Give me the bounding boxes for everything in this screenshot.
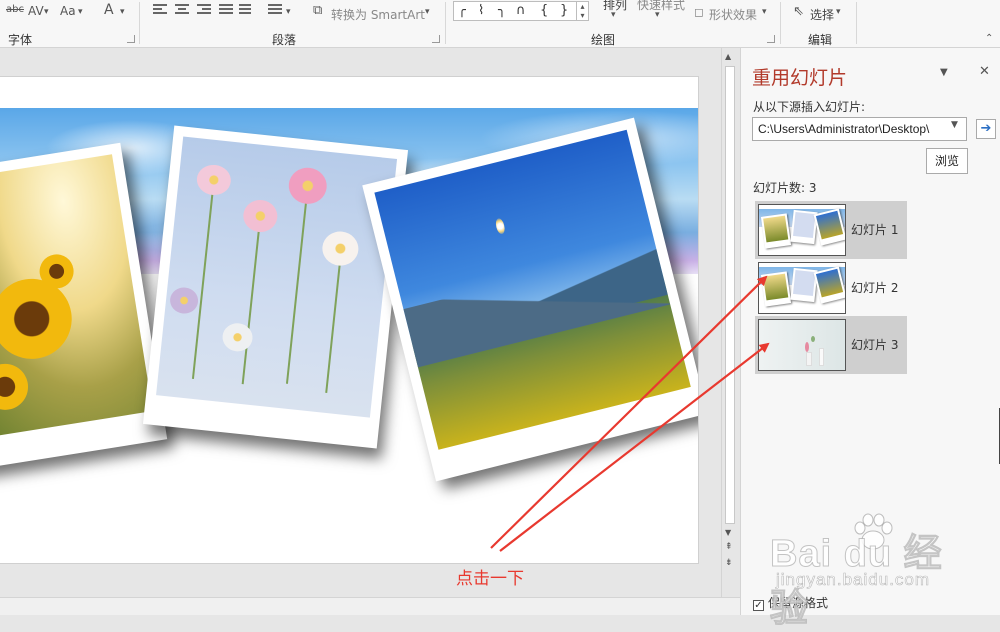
- pane-options-icon[interactable]: ▼: [940, 67, 948, 78]
- select-button[interactable]: 选择: [810, 6, 834, 23]
- browse-button[interactable]: 浏览: [926, 148, 968, 174]
- paragraph-dialog-launcher[interactable]: [432, 35, 440, 43]
- scrollbar-thumb[interactable]: [725, 66, 735, 524]
- change-case-button[interactable]: Aa: [60, 4, 76, 18]
- columns-icon[interactable]: [268, 4, 282, 16]
- slide-thumbnail: [758, 262, 846, 314]
- group-divider: [139, 2, 140, 44]
- chevron-down-icon[interactable]: ▾: [44, 7, 49, 17]
- align-left-icon[interactable]: [153, 4, 167, 16]
- editor-vertical-scrollbar[interactable]: ▲ ▼ ⇞ ⇟: [721, 48, 738, 597]
- insert-from-label: 从以下源插入幻灯片:: [753, 100, 866, 114]
- group-divider: [445, 2, 446, 44]
- photo-cosmos-flowers[interactable]: [142, 125, 409, 449]
- chevron-down-icon[interactable]: ▾: [655, 10, 660, 20]
- shape-item[interactable]: ⌇: [478, 3, 484, 18]
- slide-label: 幻灯片 2: [851, 281, 899, 295]
- character-spacing-button[interactable]: AV: [28, 4, 44, 18]
- source-path-input[interactable]: C:\Users\Administrator\Desktop\: [752, 117, 967, 141]
- annotation-text: 点击一下: [456, 569, 524, 589]
- slide-thumbnail: [758, 319, 846, 371]
- shape-item[interactable]: ╭: [458, 3, 466, 18]
- slide-count: 幻灯片数: 3: [753, 181, 817, 195]
- ribbon: abc AV ▾ Aa ▾ A ▾ 字体 ▾ ⧉ 转换为 SmartArt ▾ …: [0, 0, 1000, 48]
- group-divider: [780, 2, 781, 44]
- group-label-editing: 编辑: [808, 33, 833, 47]
- baidu-jingyan-watermark: Bai du 经验 jingyan.baidu.com: [770, 513, 980, 631]
- chevron-down-icon[interactable]: ▾: [611, 10, 616, 20]
- close-icon[interactable]: ✕: [979, 64, 990, 79]
- chevron-down-icon[interactable]: ▾: [120, 7, 125, 17]
- drawing-dialog-launcher[interactable]: [767, 35, 775, 43]
- flowers-image: [156, 136, 398, 418]
- watermark-url: jingyan.baidu.com: [776, 570, 931, 590]
- keep-source-format-checkbox[interactable]: ✓: [753, 600, 764, 611]
- pane-title: 重用幻灯片: [752, 67, 848, 89]
- chevron-down-icon[interactable]: ▾: [425, 7, 430, 17]
- group-label-drawing: 绘图: [591, 33, 616, 47]
- slide-thumbnail: [758, 204, 846, 256]
- collapse-ribbon-icon[interactable]: ⌃: [985, 33, 993, 44]
- justify-icon[interactable]: [219, 4, 233, 16]
- font-dialog-launcher[interactable]: [127, 35, 135, 43]
- scroll-up-icon[interactable]: ▲: [725, 52, 731, 61]
- next-slide-icon[interactable]: ⇟: [725, 558, 733, 568]
- slide-item-1[interactable]: 幻灯片 1: [755, 201, 907, 259]
- convert-smartart-button[interactable]: 转换为 SmartArt: [331, 6, 425, 23]
- chevron-down-icon[interactable]: ▾: [762, 7, 767, 17]
- shape-effects-icon[interactable]: ◻: [694, 5, 704, 19]
- mountain-image: [374, 129, 691, 450]
- slide-item-2[interactable]: 幻灯片 2: [755, 259, 907, 317]
- previous-slide-icon[interactable]: ⇞: [725, 542, 733, 552]
- gallery-more-button[interactable]: ▴ ▾: [576, 1, 589, 21]
- chevron-down-icon[interactable]: ▼: [951, 120, 958, 130]
- strikethrough-button[interactable]: abc: [6, 4, 24, 15]
- status-bar: [0, 597, 740, 615]
- go-arrow-button[interactable]: ➔: [976, 119, 996, 139]
- group-label-paragraph: 段落: [272, 33, 297, 47]
- scroll-down-icon[interactable]: ▼: [725, 528, 731, 537]
- font-color-button[interactable]: A: [104, 2, 114, 18]
- shape-item[interactable]: ∩: [516, 3, 526, 18]
- distributed-icon[interactable]: [239, 4, 253, 16]
- slide-item-3[interactable]: 幻灯片 3: [755, 316, 907, 374]
- cursor-icon[interactable]: ⇖: [793, 4, 804, 19]
- shape-effects-button[interactable]: 形状效果: [709, 6, 757, 23]
- quick-styles-button[interactable]: 快速样式: [637, 0, 685, 13]
- shape-item[interactable]: }: [560, 3, 568, 18]
- shapes-gallery[interactable]: ╭ ⌇ ╮ ∩ { }: [453, 1, 578, 21]
- sun-glare: [494, 217, 507, 235]
- slide-canvas[interactable]: [0, 77, 698, 563]
- photo-mountain-landscape[interactable]: [362, 117, 698, 482]
- chevron-down-icon[interactable]: ▾: [836, 7, 841, 17]
- chevron-down-icon[interactable]: ▾: [286, 7, 291, 17]
- slide-editor[interactable]: [0, 48, 720, 597]
- slide-label: 幻灯片 1: [851, 223, 899, 237]
- chevron-down-icon[interactable]: ▾: [78, 7, 83, 17]
- align-center-icon[interactable]: [175, 4, 189, 16]
- slide-label: 幻灯片 3: [851, 338, 899, 352]
- group-divider: [856, 2, 857, 44]
- group-label-font: 字体: [8, 33, 33, 47]
- shape-item[interactable]: {: [540, 3, 548, 18]
- align-right-icon[interactable]: [197, 4, 211, 16]
- smartart-icon[interactable]: ⧉: [313, 3, 322, 18]
- shape-item[interactable]: ╮: [498, 3, 506, 18]
